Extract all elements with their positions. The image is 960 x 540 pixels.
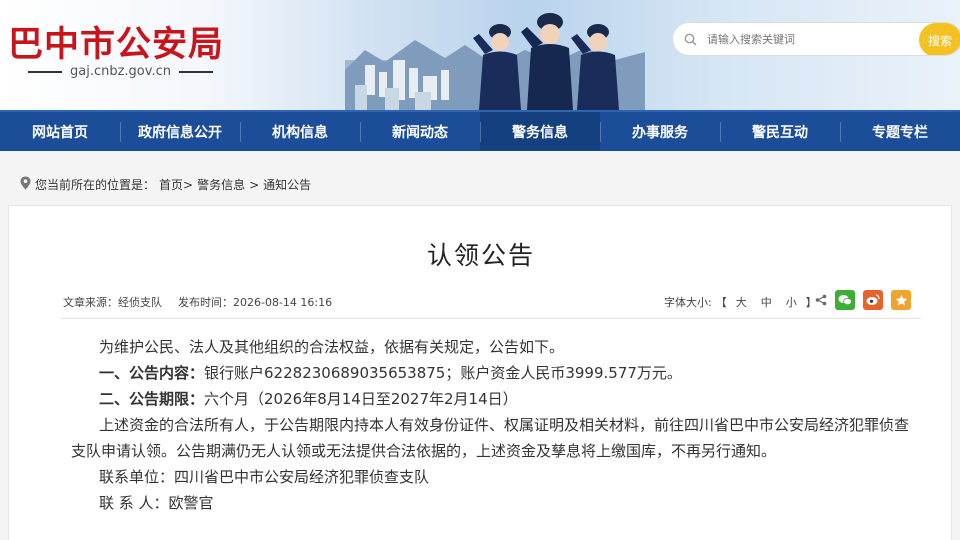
article-time: 发布时间：2026-08-14 16:16 [178,294,332,310]
wechat-share-icon[interactable] [835,290,855,310]
paragraph-claim-line2: 支队申请认领。公告期满仍无人认领或无法提供合法依据的，上述资金及孳息将上缴国库，… [71,442,777,460]
nav-item-interaction[interactable]: 警民互动 [720,112,840,151]
article-source: 文章来源：经侦支队 [63,294,162,310]
breadcrumb-home-link[interactable]: 首页> [159,176,193,193]
content-text: 银行账户6228230689035653875；账户资金人民币3999.577万… [204,364,682,382]
breadcrumb-prefix: 您当前所在的位置是： [35,178,156,192]
breadcrumb-separator: > [249,177,260,192]
article-meta: 文章来源：经侦支队 发布时间：2026-08-14 16:16 [63,294,332,310]
font-size-large[interactable]: 大 [736,294,747,310]
banner-image [345,13,645,110]
font-size-label: 字体大小: [664,296,712,309]
divider-line [28,70,62,73]
police-officers-illustration [473,13,619,110]
share-bar [815,290,911,310]
breadcrumb-current-link[interactable]: 通知公告 [263,176,311,193]
article-panel: 认领公告 文章来源：经侦支队 发布时间：2026-08-14 16:16 字体大… [8,205,952,540]
period-heading: 二、公告期限： [99,390,205,408]
nav-item-services[interactable]: 办事服务 [600,112,720,151]
period-text: 六个月（2026年8月14日至2027年2月14日） [204,390,518,408]
search-button[interactable]: 搜索 [919,23,960,55]
search-icon [673,33,707,46]
source-label: 文章来源： [63,296,118,309]
share-icon[interactable] [815,291,827,310]
nav-item-news[interactable]: 新闻动态 [360,112,480,151]
breadcrumb: 您当前所在的位置是： 首页> 警务信息 > 通知公告 [20,176,311,193]
font-size-control: 字体大小: 【 大 中 小 】 [664,294,817,310]
location-pin-icon [20,176,31,193]
font-size-bracket-open: 【 [715,296,727,309]
weibo-share-icon[interactable] [863,290,883,310]
time-label: 发布时间： [178,296,233,309]
search-input[interactable] [707,32,917,46]
site-title[interactable]: 巴中市公安局 [8,16,224,67]
nav-item-org-info[interactable]: 机构信息 [240,112,360,151]
paragraph-content: 一、公告内容：银行账户6228230689035653875；账户资金人民币39… [99,360,929,386]
paragraph-claim-line1: 上述资金的合法所有人，于公告期限内持本人有效身份证件、权属证明及相关材料，前往四… [99,416,910,434]
paragraph-period: 二、公告期限：六个月（2026年8月14日至2027年2月14日） [99,386,929,412]
site-domain: gaj.cnbz.gov.cn [20,64,221,79]
search-bar: 搜索 [672,22,960,56]
time-value: 2026-08-14 16:16 [233,296,333,309]
site-header: 巴中市公安局 gaj.cnbz.gov.cn 搜索 [0,0,960,110]
source-value: 经侦支队 [118,296,162,309]
article-title: 认领公告 [426,241,535,270]
main-nav: 网站首页 政府信息公开 机构信息 新闻动态 警务信息 办事服务 警民互动 专题专… [0,110,960,151]
article-body: 为维护公民、法人及其他组织的合法权益，依据有关规定，公告如下。 一、公告内容：银… [71,334,929,516]
divider-line [178,70,213,73]
breadcrumb-section-link[interactable]: 警务信息 [197,176,245,193]
meta-divider [61,318,921,319]
site-domain-text: gaj.cnbz.gov.cn [70,64,171,79]
paragraph-contact-unit: 联系单位：四川省巴中市公安局经济犯罪侦查支队 [99,468,430,486]
favorite-star-icon[interactable] [891,290,911,310]
nav-item-home[interactable]: 网站首页 [0,112,120,151]
font-size-small[interactable]: 小 [786,294,797,310]
content-heading: 一、公告内容： [99,364,205,382]
nav-item-police-info[interactable]: 警务信息 [480,112,600,151]
paragraph-contact-person: 联 系 人：欧警官 [99,494,214,512]
paragraph-intro: 为维护公民、法人及其他组织的合法权益，依据有关规定，公告如下。 [99,338,565,356]
nav-item-gov-info[interactable]: 政府信息公开 [120,112,240,151]
font-size-medium[interactable]: 中 [761,294,772,310]
nav-item-topics[interactable]: 专题专栏 [840,112,960,151]
